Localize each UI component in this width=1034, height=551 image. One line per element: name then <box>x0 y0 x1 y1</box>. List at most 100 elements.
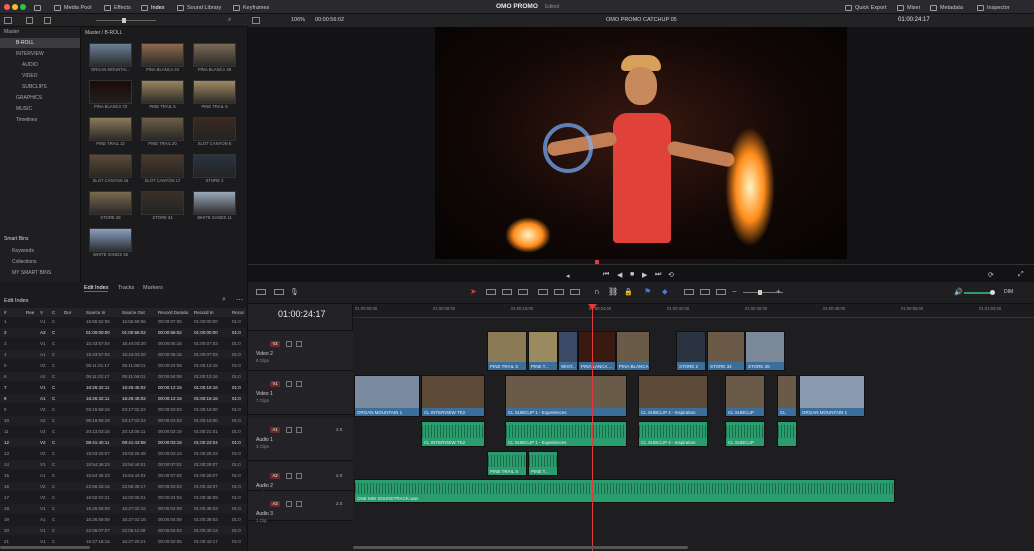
trim-tool-icon[interactable] <box>486 289 496 295</box>
clip-thumbnail[interactable]: PINA BLANCA 70 <box>89 80 132 110</box>
bin-subclips[interactable]: SUBCLIPS <box>0 82 80 92</box>
keyframes-tab[interactable]: Keyframes <box>233 3 269 12</box>
clip-thumbnail[interactable]: WHITE SANDS 11 <box>193 191 236 221</box>
track-enable-icon[interactable] <box>296 381 302 387</box>
timeline-scrollbar[interactable] <box>353 546 688 549</box>
clip-thumbnail[interactable]: PINA BLANCA 48 <box>193 43 236 73</box>
clip-v2[interactable]: PINE TRAIL 5 <box>487 331 527 371</box>
viewer-layout-icon[interactable] <box>252 17 260 24</box>
track-header-a1[interactable]: A1 Audio 13 Clips 2.0 <box>248 417 353 461</box>
clip-thumbnail[interactable]: PINE TRAIL 20 <box>141 117 184 147</box>
inspector-button[interactable]: Inspector <box>977 3 1010 12</box>
table-row[interactable]: 15 A1 C 15:54:36:23 15:54:44:01 00:00:07:02 01… <box>0 471 246 480</box>
snapping-icon[interactable]: ∩ <box>594 287 600 296</box>
zoom-slider-handle[interactable] <box>758 290 762 295</box>
close-window-button[interactable] <box>4 4 10 10</box>
selection-tool-icon[interactable]: ➤ <box>470 287 477 296</box>
clip-v2[interactable]: PINA BLANCA ... <box>616 331 650 371</box>
minimize-window-button[interactable] <box>12 4 18 10</box>
lock-icon[interactable]: 🔒 <box>624 288 633 296</box>
microphone-icon[interactable]: 🎙 <box>290 288 299 296</box>
clip-a2[interactable]: PINE TRAIL 5 <box>487 451 527 476</box>
clip-a1[interactable]: CL SUBCLIP 1 - Experiences <box>505 421 627 447</box>
table-row[interactable]: 10 A2 C 05:19:59:19 03:17:02:22 00:00:03:03 01… <box>0 416 246 425</box>
viewer-scrubber[interactable] <box>248 264 1034 265</box>
clip-v2[interactable]: STORE 2 <box>676 331 706 371</box>
track-id-badge[interactable]: A2 <box>270 473 280 479</box>
replace-clip-icon[interactable] <box>554 289 564 295</box>
tab-tracks[interactable]: Tracks <box>118 285 134 291</box>
column-header[interactable]: C <box>52 308 55 317</box>
index-tab[interactable]: Index <box>141 3 164 12</box>
table-row[interactable]: 18 V1 C 16:26:59:08 16:27:02:16 00:00:04:08 01… <box>0 504 246 513</box>
table-row[interactable]: 13 V2 C 19:03:22:07 19:03:25:48 00:00:03:13 01… <box>0 449 246 458</box>
table-row[interactable]: 16 V2 C 22:56:33:15 22:56:38:17 00:00:03:02 01… <box>0 482 246 491</box>
speaker-icon[interactable]: 🔊 <box>954 288 963 296</box>
skip-back-icon[interactable]: ⏮ <box>603 271 609 279</box>
insert-clip-icon[interactable] <box>518 289 528 295</box>
search-icon[interactable]: ⌕ <box>228 17 231 24</box>
column-header[interactable]: Ree <box>26 308 34 317</box>
horizontal-scrollbar[interactable] <box>0 546 90 549</box>
audio-meter-icon[interactable] <box>274 289 284 295</box>
slider-handle[interactable] <box>122 18 126 23</box>
search-icon[interactable]: ⌕ <box>222 296 226 304</box>
timeline-ruler[interactable]: 01:00:00:00 01:00:08:00 01:00:16:00 01:00:2… <box>353 304 1034 318</box>
play-reverse-icon[interactable]: ◀ <box>617 271 622 279</box>
table-row[interactable]: 4 A1 C 15:43:57:04 15:44:03:20 00:00:06:16 01:… <box>0 350 246 359</box>
skip-forward-icon[interactable]: ⏭ <box>655 271 661 279</box>
clip-a1[interactable]: CL SUBCLIP 4 - Inspiration <box>638 421 708 447</box>
list-view-icon[interactable] <box>26 17 33 24</box>
column-header[interactable]: Source In <box>86 308 105 317</box>
clip-thumbnail[interactable]: STORE 28 <box>89 191 132 221</box>
grid-view-icon[interactable] <box>44 17 51 24</box>
table-row[interactable]: 14 V1 C 15:54:36:23 15:54:44:01 00:00:07:02 01… <box>0 460 246 469</box>
track-lock-icon[interactable] <box>286 381 292 387</box>
bin-timelines[interactable]: Timelines <box>0 115 80 125</box>
effects-tab[interactable]: Effects <box>104 3 131 12</box>
zoom-custom-icon[interactable] <box>716 289 726 295</box>
smart-bin-keywords[interactable]: Keywords <box>0 246 80 256</box>
table-row[interactable]: 7 V1 C 16:26:32:11 16:26:45:02 00:00:12:15 01:… <box>0 383 246 392</box>
clip-thumbnail[interactable]: SLOT CANYON 17 <box>141 154 184 184</box>
table-row[interactable]: 6 A2 C 05:11:01:17 05:11:06:01 00:00:04:08 01:… <box>0 372 246 381</box>
clip-v1[interactable]: CL SUBCLIP <box>725 375 765 417</box>
clip-thumbnail[interactable]: PINA BLANCA 44 <box>141 43 184 73</box>
clip-thumbnail[interactable]: SLOT CANYON 8 <box>193 117 236 147</box>
playhead-line[interactable] <box>592 304 593 551</box>
zoom-window-button[interactable] <box>20 4 26 10</box>
column-header[interactable]: Dur <box>64 308 71 317</box>
clip-v2[interactable]: PINA LANCA ... <box>578 331 616 371</box>
bin-interview[interactable]: INTERVIEW <box>0 49 80 59</box>
clip-v1[interactable]: ORGAN MOUNTAIN 1 <box>354 375 420 417</box>
timeline-timecode[interactable]: 01:00:24:17 <box>278 309 326 319</box>
bin-video[interactable]: VIDEO <box>0 71 80 81</box>
thumbnail-size-slider[interactable] <box>96 20 156 21</box>
clip-thumbnail[interactable]: STORE 2 <box>193 154 236 184</box>
bin-audio[interactable]: AUDIO <box>0 60 80 70</box>
media-pool-tab[interactable]: Media Pool <box>54 3 92 12</box>
marker-icon[interactable]: ⬥ <box>662 287 668 297</box>
table-row[interactable]: 8 A1 C 16:26:32:11 16:26:45:02 00:00:12:15 01:… <box>0 394 246 403</box>
track-lock-icon[interactable] <box>286 427 292 433</box>
layout-icon[interactable] <box>34 3 41 12</box>
column-header[interactable]: Source Out <box>122 308 145 317</box>
bin-b-roll[interactable]: B-ROLL <box>0 38 80 48</box>
table-row[interactable]: 12 V2 C 08:41:40:11 08:41:43:58 00:00:03:19 01… <box>0 438 246 447</box>
column-header[interactable]: Recor <box>232 308 244 317</box>
dim-button[interactable]: DIM <box>1004 289 1013 295</box>
tab-markers[interactable]: Markers <box>143 285 163 291</box>
track-header-v1[interactable]: V1 Video 17 Clips <box>248 371 353 415</box>
mixer-button[interactable]: Mixer <box>897 3 920 12</box>
track-lock-icon[interactable] <box>286 501 292 507</box>
zoom-in-icon[interactable]: + <box>776 287 781 296</box>
table-row[interactable]: 1 V1 C 15:55:52:06 15:55:59:06 00:00:07:00 01:… <box>0 317 246 326</box>
track-header-a3[interactable]: A3 Audio 31 Clip 2.0 <box>248 491 353 523</box>
track-enable-icon[interactable] <box>296 501 302 507</box>
track-enable-icon[interactable] <box>296 473 302 479</box>
clip-thumbnail[interactable]: PINE TRAIL 12 <box>89 117 132 147</box>
clip-v1[interactable]: ORGAN MOUNTAIN 1 <box>799 375 865 417</box>
smart-bin-my-smart-bins[interactable]: MY SMART BINS <box>0 268 80 278</box>
clip-v1[interactable]: CL INTERVIEW TK2 <box>421 375 485 417</box>
table-row[interactable]: 5 V2 C 05:11:01:17 05:11:06:01 00:00:04:08 01:… <box>0 361 246 370</box>
